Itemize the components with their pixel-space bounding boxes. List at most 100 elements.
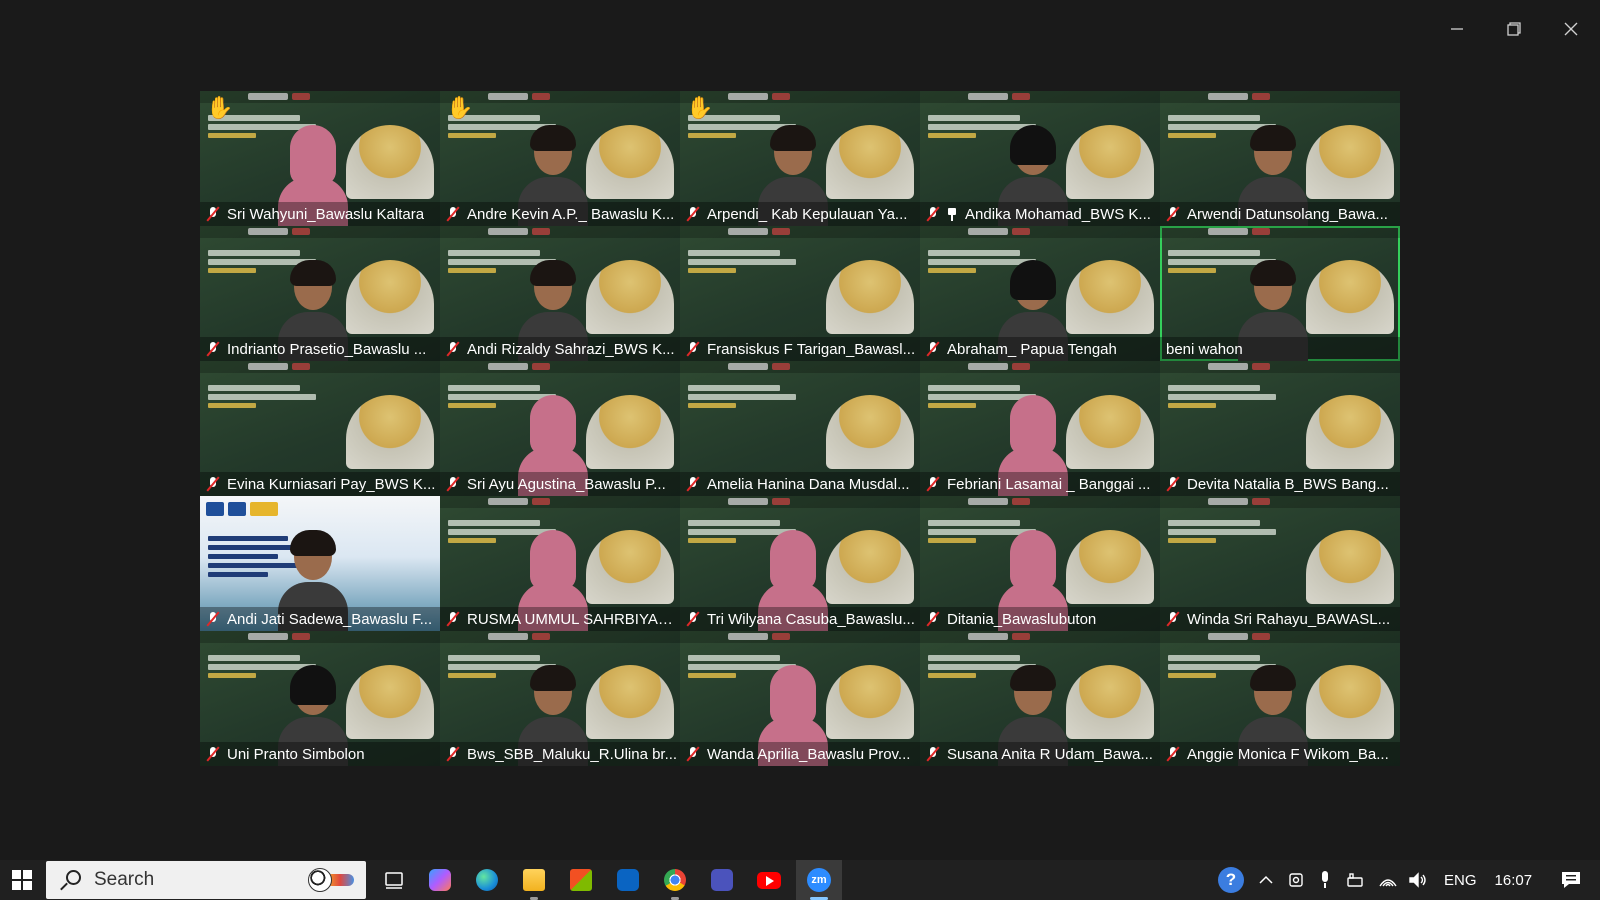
copilot-icon [429, 869, 451, 891]
participant-name: Wanda Aprilia_Bawaslu Prov... [707, 745, 911, 763]
muted-microphone-icon [1166, 611, 1180, 627]
background-banner [1168, 385, 1278, 413]
muted-microphone-icon [206, 476, 220, 492]
clock[interactable]: 16:07 [1495, 872, 1533, 889]
language-indicator[interactable]: ENG [1444, 872, 1477, 889]
raised-hand-icon: ✋ [206, 95, 234, 120]
participant-tile[interactable]: Wanda Aprilia_Bawaslu Prov... [680, 631, 920, 766]
edge-button[interactable] [467, 860, 507, 900]
participant-tile[interactable]: Evina Kurniasari Pay_BWS K... [200, 361, 440, 496]
muted-microphone-icon [686, 206, 700, 222]
search-highlight-icon [304, 868, 356, 892]
participant-name: Winda Sri Rahayu_BAWASL... [1187, 610, 1391, 628]
teams-button[interactable] [702, 860, 742, 900]
start-button[interactable] [4, 860, 40, 900]
camera-icon[interactable] [1288, 871, 1306, 889]
participant-name: Andika Mohamad_BWS K... [965, 205, 1151, 223]
notifications-icon[interactable] [1560, 870, 1582, 890]
background-illustration [1306, 125, 1394, 199]
participant-tile[interactable]: Winda Sri Rahayu_BAWASL... [1160, 496, 1400, 631]
background-illustration [586, 665, 674, 739]
participant-name: Bws_SBB_Maluku_R.Ulina br... [467, 745, 678, 763]
participant-tile[interactable]: Arwendi Datunsolang_Bawa... [1160, 91, 1400, 226]
participant-tile[interactable]: Andi Jati Sadewa_Bawaslu F... [200, 496, 440, 631]
minimize-button[interactable] [1434, 12, 1480, 46]
participant-tile[interactable]: beni wahon [1160, 226, 1400, 361]
participant-tile[interactable]: Tri Wilyana Casuba_Bawaslu... [680, 496, 920, 631]
participant-tile[interactable]: Susana Anita R Udam_Bawa... [920, 631, 1160, 766]
zoom-icon: zm [807, 868, 831, 892]
volume-icon[interactable] [1408, 871, 1428, 889]
participant-tile[interactable]: ✋ Andre Kevin A.P._ Bawaslu K... [440, 91, 680, 226]
wifi-icon[interactable] [1378, 871, 1398, 889]
participant-name: Devita Natalia B_BWS Bang... [1187, 475, 1389, 493]
battery-icon[interactable] [1346, 871, 1366, 889]
microphone-icon[interactable] [1318, 870, 1332, 890]
restore-button[interactable] [1491, 12, 1537, 46]
participant-tile[interactable]: Devita Natalia B_BWS Bang... [1160, 361, 1400, 496]
search-placeholder: Search [94, 869, 155, 890]
background-illustration [586, 530, 674, 604]
participant-tile[interactable]: Ditania_Bawaslubuton [920, 496, 1160, 631]
muted-microphone-icon [446, 476, 460, 492]
participant-name: Sri Ayu Agustina_Bawaslu P... [467, 475, 666, 493]
file-explorer-button[interactable] [514, 860, 554, 900]
store-button[interactable] [561, 860, 601, 900]
participant-tile[interactable]: Bws_SBB_Maluku_R.Ulina br... [440, 631, 680, 766]
background-header [440, 226, 680, 238]
participant-tile[interactable]: Fransiskus F Tarigan_Bawasl... [680, 226, 920, 361]
participant-tile[interactable]: Indrianto Prasetio_Bawaslu ... [200, 226, 440, 361]
chrome-button[interactable] [655, 860, 695, 900]
copilot-button[interactable] [420, 860, 460, 900]
background-header [1160, 496, 1400, 508]
participant-tile[interactable]: ✋ Sri Wahyuni_Bawaslu Kaltara [200, 91, 440, 226]
background-header [200, 631, 440, 643]
search-icon [60, 870, 81, 890]
participant-name-bar: Indrianto Prasetio_Bawaslu ... [200, 337, 440, 361]
muted-microphone-icon [1166, 746, 1180, 762]
task-view-button[interactable] [374, 860, 414, 900]
background-illustration [826, 665, 914, 739]
outlook-button[interactable] [608, 860, 648, 900]
participant-name-bar: beni wahon [1160, 337, 1400, 361]
participant-tile[interactable]: Uni Pranto Simbolon [200, 631, 440, 766]
chevron-up-icon[interactable] [1258, 872, 1274, 888]
participant-name-bar: Febriani Lasamai _ Banggai ... [920, 472, 1160, 496]
participant-tile[interactable]: Abraham_ Papua Tengah [920, 226, 1160, 361]
participant-name: Evina Kurniasari Pay_BWS K... [227, 475, 436, 493]
participant-tile[interactable]: Sri Ayu Agustina_Bawaslu P... [440, 361, 680, 496]
teams-icon [711, 869, 733, 891]
zoom-button[interactable]: zm [796, 860, 842, 900]
participant-name-bar: Arwendi Datunsolang_Bawa... [1160, 202, 1400, 226]
background-illustration [1306, 260, 1394, 334]
participant-tile[interactable]: Andika Mohamad_BWS K... [920, 91, 1160, 226]
participant-name-bar: Anggie Monica F Wikom_Ba... [1160, 742, 1400, 766]
background-header [920, 496, 1160, 508]
participant-name-bar: Arpendi_ Kab Kepulauan Ya... [680, 202, 920, 226]
participant-name: Fransiskus F Tarigan_Bawasl... [707, 340, 916, 358]
muted-microphone-icon [926, 746, 940, 762]
background-illustration [1066, 125, 1154, 199]
muted-microphone-icon [1166, 476, 1180, 492]
participant-tile[interactable]: Andi Rizaldy Sahrazi_BWS K... [440, 226, 680, 361]
windows-taskbar: Search zm ? ENG 16:07 [0, 860, 1600, 900]
muted-microphone-icon [446, 611, 460, 627]
background-header [440, 361, 680, 373]
muted-microphone-icon [206, 341, 220, 357]
participant-tile[interactable]: Febriani Lasamai _ Banggai ... [920, 361, 1160, 496]
participant-name-bar: Amelia Hanina Dana Musdal... [680, 472, 920, 496]
help-icon[interactable]: ? [1218, 867, 1244, 893]
participant-tile[interactable]: Anggie Monica F Wikom_Ba... [1160, 631, 1400, 766]
taskbar-search[interactable]: Search [46, 861, 366, 899]
background-illustration [826, 530, 914, 604]
background-header [920, 361, 1160, 373]
participant-name-bar: Devita Natalia B_BWS Bang... [1160, 472, 1400, 496]
background-header [920, 91, 1160, 103]
muted-microphone-icon [686, 611, 700, 627]
youtube-button[interactable] [749, 860, 789, 900]
close-button[interactable] [1548, 12, 1594, 46]
participant-tile[interactable]: RUSMA UMMUL SAHRBIYAH... [440, 496, 680, 631]
participant-tile[interactable]: ✋ Arpendi_ Kab Kepulauan Ya... [680, 91, 920, 226]
participant-tile[interactable]: Amelia Hanina Dana Musdal... [680, 361, 920, 496]
participant-name-bar: Ditania_Bawaslubuton [920, 607, 1160, 631]
